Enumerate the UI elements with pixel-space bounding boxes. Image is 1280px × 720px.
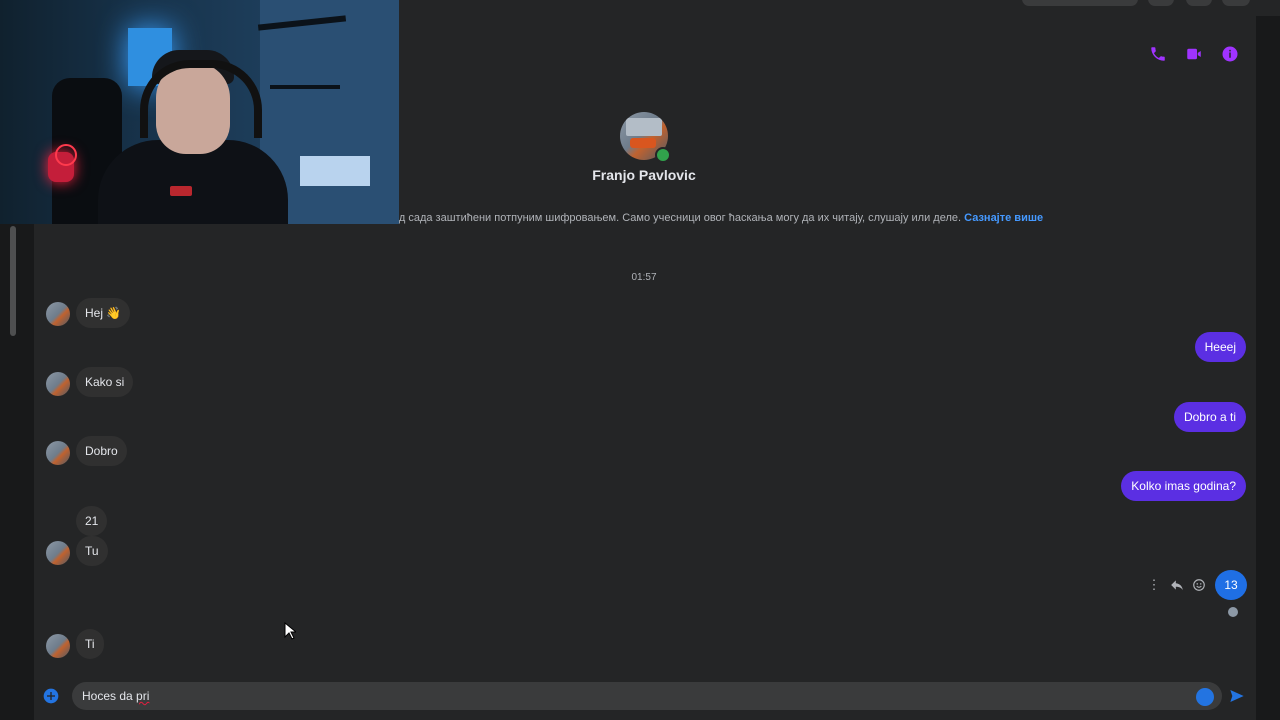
emoji-icon[interactable] bbox=[1196, 688, 1214, 706]
search-field[interactable] bbox=[1022, 0, 1138, 6]
read-receipt-avatar bbox=[1228, 607, 1238, 617]
reply-icon[interactable] bbox=[1170, 578, 1184, 592]
more-options-icon[interactable]: ⋮ bbox=[1147, 577, 1161, 592]
notifications-button[interactable] bbox=[1186, 0, 1212, 6]
outgoing-message[interactable]: 13 bbox=[1215, 570, 1247, 600]
learn-more-link[interactable]: Сазнајте више bbox=[964, 212, 1043, 224]
scrollbar[interactable] bbox=[10, 226, 16, 336]
sender-avatar[interactable] bbox=[46, 372, 70, 396]
sender-avatar[interactable] bbox=[46, 634, 70, 658]
webcam-overlay bbox=[0, 0, 399, 224]
message-input-value: Hoces da pri bbox=[82, 682, 149, 710]
send-icon[interactable] bbox=[1228, 688, 1246, 704]
mouse-cursor-icon bbox=[284, 621, 298, 640]
account-avatar[interactable] bbox=[1222, 0, 1250, 6]
misspelled-word: pri bbox=[136, 689, 150, 703]
online-status-badge bbox=[655, 147, 671, 163]
sender-avatar[interactable] bbox=[46, 441, 70, 465]
sender-avatar[interactable] bbox=[46, 541, 70, 565]
video-camera-icon[interactable] bbox=[1184, 44, 1204, 64]
encryption-notice: од сада заштићени потпуним шифровањем. С… bbox=[393, 212, 1043, 224]
incoming-message[interactable]: Kako si bbox=[76, 367, 134, 397]
incoming-message[interactable]: 21 bbox=[76, 506, 108, 536]
sender-avatar[interactable] bbox=[46, 302, 70, 326]
encryption-notice-text: од сада заштићени потпуним шифровањем. С… bbox=[393, 212, 962, 224]
contact-name[interactable]: Franjo Pavlovic bbox=[544, 167, 744, 183]
menu-button[interactable] bbox=[1148, 0, 1174, 6]
message-input-text: Hoces da bbox=[82, 689, 137, 703]
conversation-timestamp: 01:57 bbox=[631, 272, 657, 283]
reaction-icon[interactable] bbox=[1192, 578, 1206, 592]
add-attachment-icon[interactable] bbox=[43, 688, 59, 704]
incoming-message[interactable]: Hej 👋 bbox=[76, 298, 131, 328]
right-edge bbox=[1256, 16, 1280, 720]
message-input[interactable]: Hoces da pri bbox=[72, 682, 1222, 710]
outgoing-message[interactable]: Kolko imas godina? bbox=[1121, 471, 1246, 501]
outgoing-message[interactable]: Dobro a ti bbox=[1173, 402, 1246, 432]
incoming-message[interactable]: Tu bbox=[76, 536, 108, 566]
info-icon[interactable] bbox=[1220, 44, 1240, 64]
phone-icon[interactable] bbox=[1148, 44, 1168, 64]
outgoing-message[interactable]: Heeej bbox=[1194, 332, 1246, 362]
incoming-message[interactable]: Dobro bbox=[76, 436, 127, 466]
incoming-message[interactable]: Ti bbox=[76, 629, 104, 659]
